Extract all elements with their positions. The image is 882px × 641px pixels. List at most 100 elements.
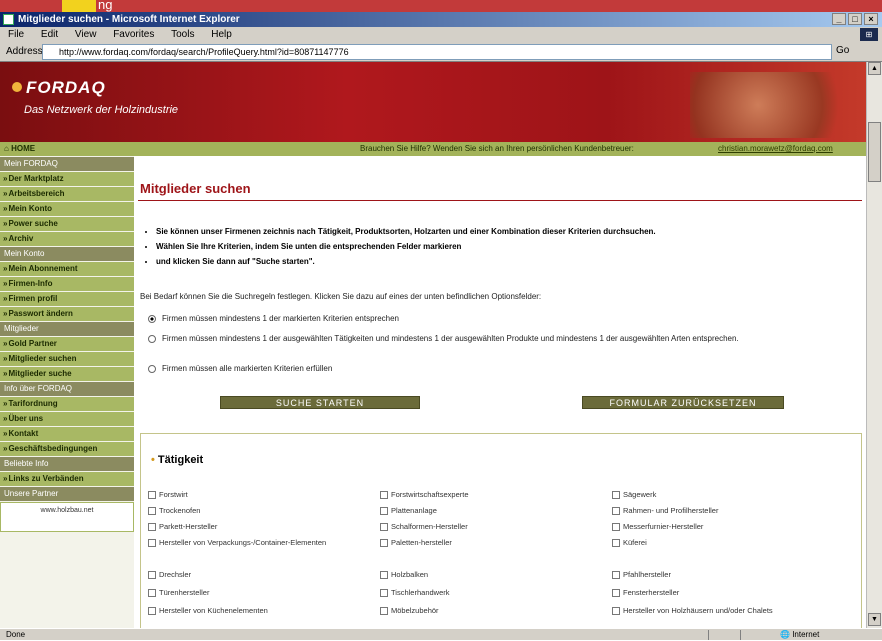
checkbox-label: Drechsler (159, 570, 192, 579)
minimize-button[interactable]: _ (832, 13, 846, 25)
menu-file[interactable]: File (8, 29, 24, 40)
sidebar-item[interactable]: Geschäftsbedingungen (0, 442, 134, 456)
checkbox-item[interactable]: Hersteller von Verpackungs-/Container-El… (148, 538, 358, 547)
checkbox-item[interactable]: Türenhersteller (148, 588, 358, 597)
sidebar-item[interactable]: Links zu Verbänden (0, 472, 134, 486)
sidebar-item[interactable]: Archiv (0, 232, 134, 246)
checkbox-item[interactable]: Paletten-hersteller (380, 538, 590, 547)
checkbox[interactable] (380, 491, 388, 499)
menu-favorites[interactable]: Favorites (113, 29, 154, 40)
menu-help[interactable]: Help (211, 29, 232, 40)
checkbox-label: Parkett-Hersteller (159, 522, 218, 531)
vertical-scrollbar[interactable]: ▲ ▼ (866, 62, 882, 628)
title-divider (138, 200, 862, 201)
scroll-down-icon[interactable]: ▼ (868, 613, 881, 626)
checkbox[interactable] (380, 523, 388, 531)
checkbox[interactable] (380, 607, 388, 615)
menu-view[interactable]: View (75, 29, 97, 40)
sidebar-item[interactable]: Tarifordnung (0, 397, 134, 411)
checkbox[interactable] (612, 589, 620, 597)
scroll-thumb[interactable] (868, 122, 881, 182)
sidebar-item[interactable]: Über uns (0, 412, 134, 426)
sidebar-item[interactable]: Mitglieder suche (0, 367, 134, 381)
instructions-list: Sie können unser Firmenen zeichnis nach … (156, 224, 656, 269)
checkbox-item[interactable]: Hersteller von Küchenelementen (148, 606, 358, 615)
checkbox-item[interactable]: Forstwirtschaftsexperte (380, 490, 590, 499)
checkbox-item[interactable]: Sägewerk (612, 490, 822, 499)
rule-option-1[interactable]: Firmen müssen mindestens 1 der markierte… (148, 314, 848, 323)
checkbox[interactable] (148, 539, 156, 547)
checkbox[interactable] (612, 523, 620, 531)
checkbox-label: Plattenanlage (391, 506, 437, 515)
checkbox-label: Türenhersteller (159, 588, 210, 597)
sidebar-item[interactable]: Mein Konto (0, 202, 134, 216)
checkbox[interactable] (380, 507, 388, 515)
checkbox-item[interactable]: Trockenofen (148, 506, 358, 515)
sidebar-item[interactable]: Kontakt (0, 427, 134, 441)
radio-button[interactable] (148, 315, 156, 323)
checkbox-label: Hersteller von Verpackungs-/Container-El… (159, 538, 327, 547)
menu-tools[interactable]: Tools (171, 29, 194, 40)
menu-edit[interactable]: Edit (41, 29, 58, 40)
checkbox[interactable] (612, 507, 620, 515)
checkbox[interactable] (148, 571, 156, 579)
sidebar-item[interactable]: Gold Partner (0, 337, 134, 351)
sidebar-item[interactable]: Firmen-Info (0, 277, 134, 291)
category-title: Tätigkeit (151, 454, 203, 466)
go-button[interactable]: Go (836, 45, 849, 56)
close-button[interactable]: × (864, 13, 878, 25)
status-text: Done (6, 630, 26, 639)
checkbox-item[interactable]: Möbelzubehör (380, 606, 590, 615)
checkbox-item[interactable]: Fensterhersteller (612, 588, 822, 597)
checkbox[interactable] (380, 589, 388, 597)
checkbox-item[interactable]: Holzbalken (380, 570, 590, 579)
checkbox[interactable] (148, 491, 156, 499)
sidebar-item[interactable]: Passwort ändern (0, 307, 134, 321)
reset-button[interactable]: FORMULAR ZURÜCKSETZEN (582, 396, 784, 409)
checkbox-item[interactable]: Tischlerhandwerk (380, 588, 590, 597)
sidebar-item[interactable]: Mein Abonnement (0, 262, 134, 276)
checkbox-item[interactable]: Küferei (612, 538, 822, 547)
search-button[interactable]: SUCHE STARTEN (220, 396, 420, 409)
checkbox[interactable] (148, 507, 156, 515)
sidebar-item[interactable]: Arbeitsbereich (0, 187, 134, 201)
checkbox-item[interactable]: Schalformen-Hersteller (380, 522, 590, 531)
status-divider (708, 630, 709, 640)
checkbox-item[interactable]: Messerfurnier-Hersteller (612, 522, 822, 531)
checkbox-item[interactable]: Forstwirt (148, 490, 358, 499)
rule-option-2[interactable]: Firmen müssen mindestens 1 der ausgewähl… (148, 334, 848, 343)
checkbox-item[interactable]: Drechsler (148, 570, 358, 579)
checkbox[interactable] (148, 589, 156, 597)
fordaq-logo[interactable]: FORDAQ (26, 78, 106, 98)
radio-button[interactable] (148, 365, 156, 373)
checkbox-item[interactable]: Pfahlhersteller (612, 570, 822, 579)
rule-option-3[interactable]: Firmen müssen alle markierten Kriterien … (148, 364, 848, 373)
sidebar-item[interactable]: Firmen profil (0, 292, 134, 306)
checkbox-item[interactable]: Plattenanlage (380, 506, 590, 515)
sidebar-item[interactable]: Power suche (0, 217, 134, 231)
checkbox[interactable] (148, 523, 156, 531)
sidebar-item[interactable]: Mitglieder suchen (0, 352, 134, 366)
radio-button[interactable] (148, 335, 156, 343)
help-email-link[interactable]: christian.morawetz@fordaq.com (718, 142, 833, 156)
checkbox[interactable] (380, 571, 388, 579)
checkbox[interactable] (612, 491, 620, 499)
sidebar-head: Mein Konto (0, 247, 134, 261)
checkbox-item[interactable]: Hersteller von Holzhäusern und/oder Chal… (612, 606, 852, 615)
address-input[interactable]: http://www.fordaq.com/fordaq/search/Prof… (42, 44, 832, 60)
menu-bar: File Edit View Favorites Tools Help ⊞ (0, 27, 882, 42)
checkbox[interactable] (380, 539, 388, 547)
checkbox[interactable] (612, 571, 620, 579)
checkbox[interactable] (612, 539, 620, 547)
address-label: Address (6, 46, 43, 57)
checkbox[interactable] (148, 607, 156, 615)
sidebar-item[interactable]: Der Marktplatz (0, 172, 134, 186)
checkbox-item[interactable]: Parkett-Hersteller (148, 522, 358, 531)
partner-banner[interactable]: www.holzbau.net (0, 502, 134, 532)
scroll-up-icon[interactable]: ▲ (868, 62, 881, 75)
checkbox-label: Sägewerk (623, 490, 657, 499)
home-link[interactable]: ⌂ HOME (4, 142, 35, 156)
checkbox-item[interactable]: Rahmen- und Profilhersteller (612, 506, 822, 515)
maximize-button[interactable]: □ (848, 13, 862, 25)
checkbox[interactable] (612, 607, 620, 615)
